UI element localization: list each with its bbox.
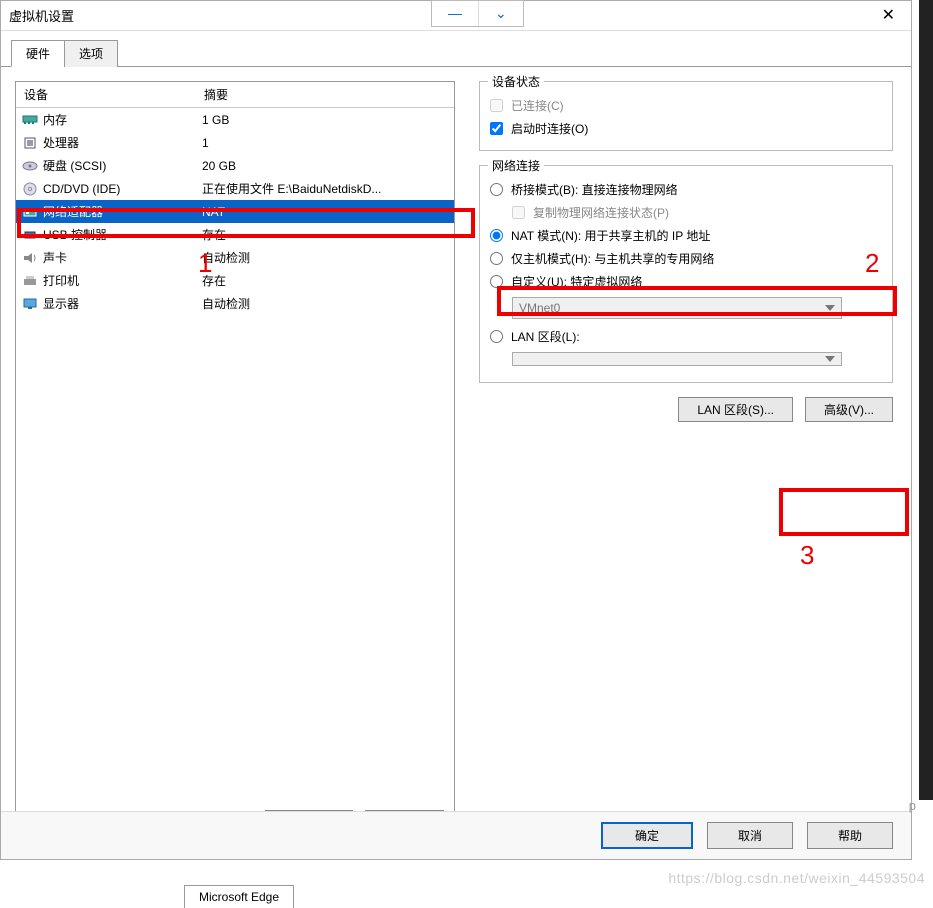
device-label: 显示器 [43, 295, 79, 312]
tab-hardware[interactable]: 硬件 [11, 40, 65, 67]
device-summary: 1 GB [202, 113, 229, 127]
radio-bridged[interactable]: 桥接模式(B): 直接连接物理网络 [490, 178, 882, 201]
chevron-down-icon [825, 356, 835, 362]
cpu-icon [22, 136, 38, 150]
device-settings-panel: 设备状态 已连接(C) 启动时连接(O) 网络连接 桥接模式(B): 直接连接物… [475, 81, 897, 846]
radio-bridged-label: 桥接模式(B): 直接连接物理网络 [511, 181, 678, 198]
radio-custom-label: 自定义(U): 特定虚拟网络 [511, 273, 642, 290]
radio-lan-segment[interactable]: LAN 区段(L): [490, 325, 882, 348]
checkbox-replicate-input [512, 206, 525, 219]
radio-nat-label: NAT 模式(N): 用于共享主机的 IP 地址 [511, 227, 710, 244]
vm-settings-window: — ⌄ 虚拟机设置 ✕ 硬件 选项 设备 摘要 内存 1 GB 处理器 [0, 0, 912, 860]
lan-segment-select [512, 352, 842, 366]
device-label: 处理器 [43, 134, 79, 151]
device-label: 打印机 [43, 272, 79, 289]
group-title: 设备状态 [488, 73, 544, 90]
device-summary: NAT [202, 205, 225, 219]
radio-custom-input[interactable] [490, 275, 503, 288]
watermark-text: https://blog.csdn.net/weixin_44593504 [668, 870, 925, 886]
checkbox-connect-at-power-input[interactable] [490, 122, 503, 135]
checkbox-replicate: 复制物理网络连接状态(P) [512, 201, 882, 224]
radio-custom[interactable]: 自定义(U): 特定虚拟网络 [490, 270, 882, 293]
stray-p-char: p [909, 798, 916, 813]
radio-hostonly-input[interactable] [490, 252, 503, 265]
radio-lan-segment-input[interactable] [490, 330, 503, 343]
device-row-sound[interactable]: 声卡 自动检测 [16, 246, 454, 269]
checkbox-connected-input [490, 99, 503, 112]
taskbar-edge-tab[interactable]: Microsoft Edge [184, 885, 294, 908]
chevron-down-icon [825, 305, 835, 311]
network-connection-group: 网络连接 桥接模式(B): 直接连接物理网络 复制物理网络连接状态(P) NAT… [479, 165, 893, 383]
device-label: 内存 [43, 111, 67, 128]
checkbox-connect-at-power-label: 启动时连接(O) [511, 120, 588, 137]
device-summary: 20 GB [202, 159, 236, 173]
device-label: USB 控制器 [43, 226, 107, 243]
checkbox-connected-label: 已连接(C) [511, 97, 564, 114]
device-row-display[interactable]: 显示器 自动检测 [16, 292, 454, 315]
device-row-cpu[interactable]: 处理器 1 [16, 131, 454, 154]
radio-hostonly[interactable]: 仅主机模式(H): 与主机共享的专用网络 [490, 247, 882, 270]
custom-vmnet-value: VMnet0 [519, 301, 560, 315]
device-summary: 自动检测 [202, 249, 250, 266]
device-status-group: 设备状态 已连接(C) 启动时连接(O) [479, 81, 893, 151]
device-table-header: 设备 摘要 [16, 82, 454, 108]
tabbar: 硬件 选项 [1, 31, 911, 67]
device-summary: 自动检测 [202, 295, 250, 312]
cd-icon [22, 182, 38, 196]
custom-vmnet-select: VMnet0 [512, 297, 842, 319]
device-row-network-adapter[interactable]: 网络适配器 NAT [16, 200, 454, 223]
device-label: 网络适配器 [43, 203, 103, 220]
usb-icon [22, 228, 38, 242]
cancel-button[interactable]: 取消 [707, 822, 793, 849]
titlebar: 虚拟机设置 ✕ [1, 1, 911, 31]
header-summary: 摘要 [204, 86, 228, 103]
radio-hostonly-label: 仅主机模式(H): 与主机共享的专用网络 [511, 250, 714, 267]
disk-icon [22, 159, 38, 173]
radio-bridged-input[interactable] [490, 183, 503, 196]
device-label: 声卡 [43, 249, 67, 266]
device-label: 硬盘 (SCSI) [43, 157, 106, 174]
radio-lan-segment-label: LAN 区段(L): [511, 328, 580, 345]
device-label: CD/DVD (IDE) [43, 182, 120, 196]
checkbox-connect-at-power[interactable]: 启动时连接(O) [490, 117, 882, 140]
device-row-cddvd[interactable]: CD/DVD (IDE) 正在使用文件 E:\BaiduNetdiskD... [16, 177, 454, 200]
side-dark-strip [919, 0, 933, 800]
window-title: 虚拟机设置 [9, 6, 74, 25]
radio-nat-input[interactable] [490, 229, 503, 242]
device-summary: 存在 [202, 226, 226, 243]
lan-segments-button[interactable]: LAN 区段(S)... [678, 397, 793, 422]
radio-nat[interactable]: NAT 模式(N): 用于共享主机的 IP 地址 [490, 224, 882, 247]
network-extra-buttons: LAN 区段(S)... 高级(V)... [479, 397, 893, 422]
nic-icon [22, 205, 38, 219]
checkbox-connected: 已连接(C) [490, 94, 882, 117]
sound-icon [22, 251, 38, 265]
device-row-memory[interactable]: 内存 1 GB [16, 108, 454, 131]
header-device: 设备 [24, 86, 204, 103]
device-summary: 正在使用文件 E:\BaiduNetdiskD... [202, 180, 381, 197]
device-table: 设备 摘要 内存 1 GB 处理器 1 硬盘 (SCSI) 20 GB CD/D… [16, 82, 454, 800]
printer-icon [22, 274, 38, 288]
memory-icon [22, 113, 38, 127]
device-summary: 1 [202, 136, 209, 150]
dialog-button-bar: 确定 取消 帮助 [1, 811, 911, 859]
close-icon[interactable]: ✕ [874, 5, 903, 26]
device-row-disk[interactable]: 硬盘 (SCSI) 20 GB [16, 154, 454, 177]
group-title: 网络连接 [488, 157, 544, 174]
device-list-panel: 设备 摘要 内存 1 GB 处理器 1 硬盘 (SCSI) 20 GB CD/D… [15, 81, 455, 846]
advanced-button[interactable]: 高级(V)... [805, 397, 893, 422]
display-icon [22, 297, 38, 311]
help-button[interactable]: 帮助 [807, 822, 893, 849]
device-summary: 存在 [202, 272, 226, 289]
content-area: 设备 摘要 内存 1 GB 处理器 1 硬盘 (SCSI) 20 GB CD/D… [1, 67, 911, 860]
checkbox-replicate-label: 复制物理网络连接状态(P) [533, 204, 669, 221]
tab-options[interactable]: 选项 [64, 40, 118, 67]
device-row-usb[interactable]: USB 控制器 存在 [16, 223, 454, 246]
ok-button[interactable]: 确定 [601, 822, 693, 849]
device-row-printer[interactable]: 打印机 存在 [16, 269, 454, 292]
